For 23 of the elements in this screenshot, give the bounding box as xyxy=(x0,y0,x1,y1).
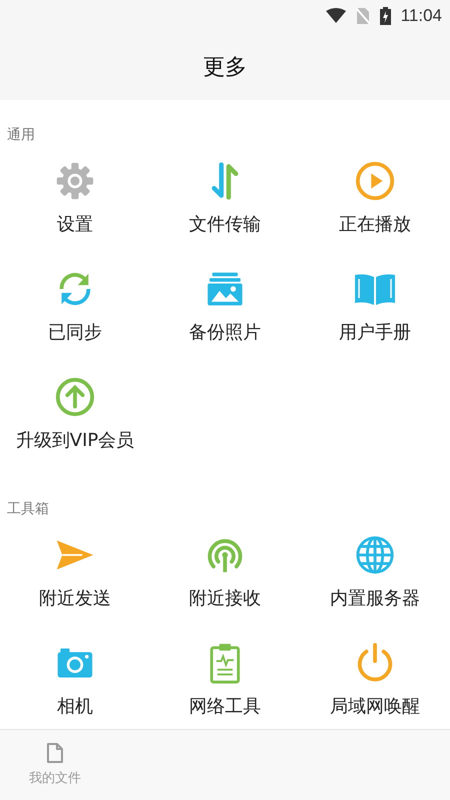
play-icon xyxy=(354,160,396,202)
feature-item[interactable]: 备份照片 xyxy=(150,258,300,366)
section-header: 通用 xyxy=(6,126,36,145)
feature-item[interactable]: 正在播放 xyxy=(300,150,450,258)
page-title: 更多 xyxy=(203,54,247,82)
feature-item[interactable]: 局域网唤醒 xyxy=(300,632,450,729)
feature-item[interactable]: 网络工具 xyxy=(150,632,300,729)
file-icon xyxy=(47,743,63,763)
feature-item[interactable]: 设置 xyxy=(0,150,150,258)
settings-icon xyxy=(55,161,95,201)
battery-charging-icon xyxy=(380,7,391,25)
globe-icon xyxy=(354,534,396,576)
feature-item[interactable]: 用户手册 xyxy=(300,258,450,366)
section-header: 工具箱 xyxy=(6,500,50,519)
wifi-icon xyxy=(326,8,346,24)
feature-item[interactable]: 内置服务器 xyxy=(300,524,450,632)
no-sim-icon xyxy=(356,7,370,25)
feature-item[interactable]: 文件传输 xyxy=(150,150,300,258)
feature-item[interactable]: 升级到VIP会员 xyxy=(0,366,150,474)
feature-item[interactable]: 已同步 xyxy=(0,258,150,366)
clock-time: 11:04 xyxy=(400,6,442,26)
feature-item[interactable]: 附近接收 xyxy=(150,524,300,632)
feature-item[interactable]: 附近发送 xyxy=(0,524,150,632)
